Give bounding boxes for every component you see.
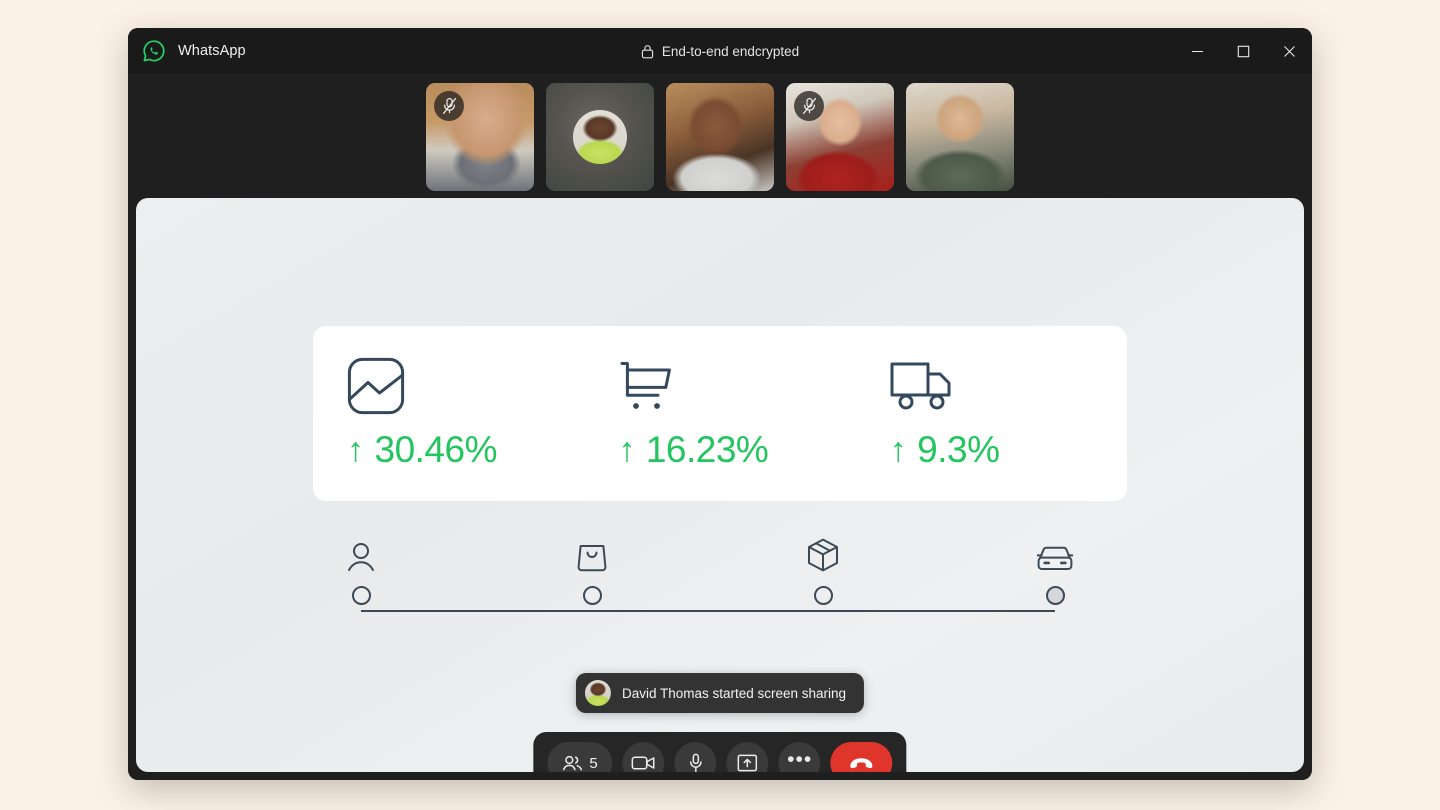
encryption-label: End-to-end endcrypted	[661, 43, 800, 59]
timeline-step-package[interactable]	[793, 538, 853, 605]
title-bar: WhatsApp End-to-end endcrypted	[128, 28, 1312, 74]
trend-up-arrow-icon: ↑	[889, 430, 907, 469]
participants-button[interactable]: 5	[547, 742, 613, 772]
stat-item: ↑ 30.46%	[313, 326, 584, 501]
shopping-cart-icon	[618, 357, 674, 415]
mic-muted-icon	[442, 97, 456, 115]
person-icon	[347, 538, 375, 572]
timeline-dot	[582, 586, 602, 605]
timeline-step-order[interactable]	[562, 538, 622, 605]
screen-share-toast: David Thomas started screen sharing	[575, 673, 865, 713]
app-title: WhatsApp	[178, 43, 246, 59]
title-bar-left: WhatsApp	[128, 39, 246, 63]
avatar	[584, 680, 611, 706]
video-camera-icon	[631, 756, 655, 770]
timeline-track	[361, 610, 1055, 612]
trend-up-arrow-icon: ↑	[618, 430, 635, 469]
minimize-icon	[1191, 50, 1203, 52]
camera-button[interactable]	[622, 742, 665, 772]
stats-card: ↑ 30.46% ↑ 16.23% ↑ 9.3%	[313, 326, 1127, 501]
mic-muted-badge	[434, 91, 464, 121]
close-button[interactable]	[1266, 28, 1312, 74]
participant-tile[interactable]	[546, 83, 654, 191]
stat-percent: 16.23%	[645, 428, 769, 470]
timeline-step-customer[interactable]	[331, 538, 391, 605]
participant-video	[906, 83, 1014, 191]
call-control-bar: 5 •••	[533, 732, 907, 772]
order-timeline	[348, 538, 1073, 638]
share-screen-button[interactable]	[726, 742, 769, 772]
stat-item: ↑ 16.23%	[584, 326, 855, 501]
share-screen-icon	[737, 754, 758, 772]
timeline-dot	[351, 586, 371, 605]
delivery-truck-icon	[890, 357, 954, 415]
maximize-icon	[1237, 45, 1249, 57]
participant-tile[interactable]	[786, 83, 894, 191]
participant-strip	[128, 74, 1312, 200]
participant-tile[interactable]	[426, 83, 534, 191]
close-icon	[1283, 45, 1295, 57]
stat-value: ↑ 16.23%	[618, 429, 768, 471]
app-window: WhatsApp End-to-end endcrypted ↑ 30.46% …	[128, 28, 1312, 780]
toast-message: David Thomas started screen sharing	[621, 685, 847, 701]
minimize-button[interactable]	[1174, 28, 1220, 74]
timeline-dot	[1045, 586, 1065, 605]
participant-tile[interactable]	[906, 83, 1014, 191]
stat-value: ↑ 9.3%	[890, 429, 1000, 471]
end-call-icon	[850, 758, 873, 769]
lock-icon	[641, 44, 654, 59]
end-call-button[interactable]	[830, 742, 893, 772]
mic-muted-icon	[802, 97, 816, 115]
participants-count: 5	[589, 754, 598, 772]
microphone-icon	[689, 753, 702, 772]
participant-video	[666, 83, 774, 191]
shared-screen-content: ↑ 30.46% ↑ 16.23% ↑ 9.3% David Thomas st…	[136, 198, 1304, 772]
avatar	[573, 110, 627, 164]
stat-value: ↑ 30.46%	[347, 429, 497, 471]
whatsapp-logo-icon	[142, 39, 166, 63]
trend-up-arrow-icon: ↑	[347, 430, 364, 469]
people-icon	[562, 755, 582, 771]
stat-percent: 9.3%	[917, 428, 1000, 470]
encryption-indicator: End-to-end endcrypted	[128, 28, 1312, 74]
maximize-button[interactable]	[1220, 28, 1266, 74]
stat-item: ↑ 9.3%	[856, 326, 1127, 501]
chart-image-icon	[347, 357, 405, 415]
package-box-icon	[807, 538, 839, 572]
car-icon	[1037, 538, 1073, 572]
timeline-dot	[813, 586, 833, 605]
participant-tile[interactable]	[666, 83, 774, 191]
stat-percent: 30.46%	[374, 428, 498, 470]
window-controls	[1174, 28, 1312, 74]
timeline-step-delivery[interactable]	[1025, 538, 1085, 605]
more-dots-icon: •••	[787, 748, 813, 771]
more-options-button[interactable]: •••	[778, 742, 821, 772]
microphone-button[interactable]	[674, 742, 717, 772]
shopping-bag-icon	[577, 538, 607, 572]
mic-muted-badge	[794, 91, 824, 121]
